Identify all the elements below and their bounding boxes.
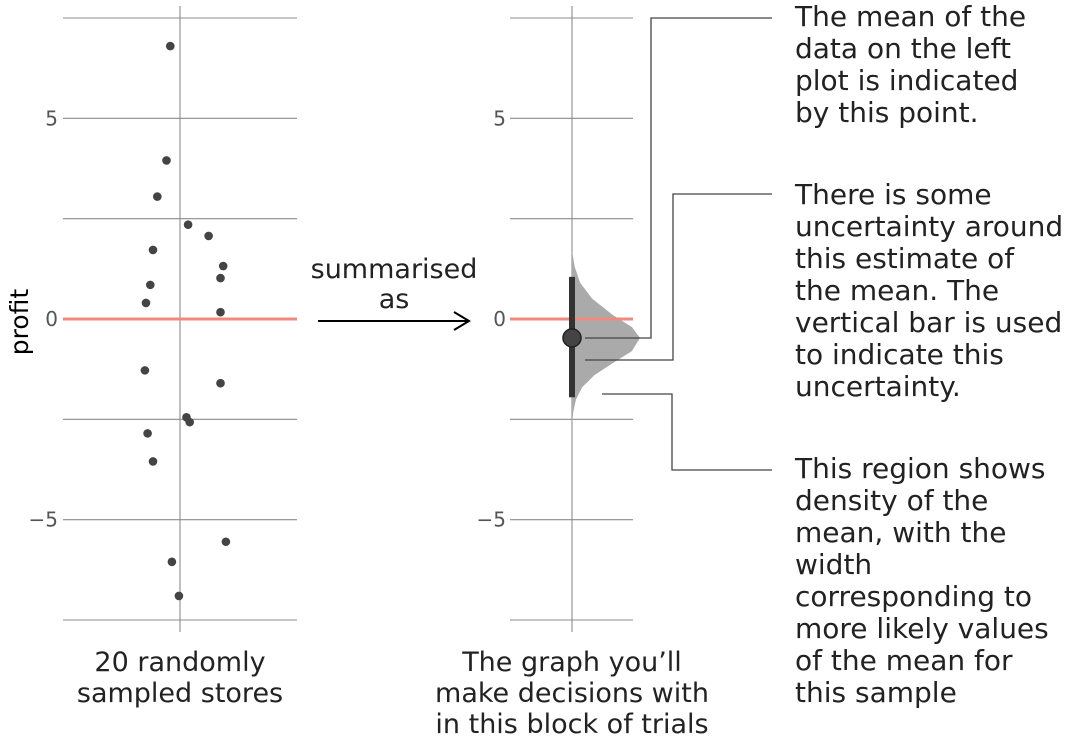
left-scatter-panel: 5 0 −5 profit 20 randomly sampled stores bbox=[5, 6, 297, 709]
left-caption-line-1: 20 randomly bbox=[94, 647, 265, 678]
data-point bbox=[148, 457, 158, 466]
left-y-tick-label: 0 bbox=[45, 307, 58, 331]
data-point bbox=[165, 41, 175, 51]
y-axis-title: profit bbox=[5, 289, 34, 356]
annotation-2-line: uncertainty. bbox=[795, 370, 961, 403]
left-caption-line-2: sampled stores bbox=[77, 678, 283, 709]
leader-line-mean bbox=[585, 17, 772, 339]
data-point bbox=[162, 156, 171, 165]
data-point bbox=[185, 417, 195, 427]
annotation-2-line: There is some bbox=[794, 178, 992, 211]
left-y-tick-label: −5 bbox=[29, 508, 58, 532]
annotations: The mean of thedata on the leftplot is i… bbox=[794, 0, 1063, 709]
middle-label-line-1: summarised bbox=[311, 254, 478, 285]
annotation-3-line: width bbox=[795, 548, 872, 581]
annotation-3-line: of the mean for bbox=[795, 644, 1013, 677]
right-y-tick-label: 5 bbox=[493, 106, 506, 130]
annotation-2-line: vertical bar is used bbox=[795, 306, 1062, 339]
data-point bbox=[153, 192, 162, 201]
annotation-3-line: mean, with the bbox=[795, 516, 1006, 549]
annotation-2-line: the mean. The bbox=[795, 274, 999, 307]
data-point bbox=[174, 591, 184, 601]
annotation-1-line: data on the left bbox=[795, 32, 1011, 65]
annotation-1-line: plot is indicated bbox=[795, 64, 1018, 97]
left-y-tick-label: 5 bbox=[45, 106, 58, 130]
right-y-tick-label: −5 bbox=[477, 508, 506, 532]
data-point bbox=[216, 378, 225, 388]
left-data-points bbox=[140, 41, 231, 601]
right-caption-line-1: The graph you’ll bbox=[461, 647, 682, 678]
annotation-3-line: more likely values bbox=[795, 612, 1049, 645]
right-y-ticks: 5 0 −5 bbox=[477, 106, 506, 531]
annotation-3-line: corresponding to bbox=[795, 580, 1032, 613]
right-caption-line-2: make decisions with bbox=[435, 678, 709, 709]
annotation-2-line: uncertainty around bbox=[795, 210, 1063, 243]
data-point bbox=[183, 220, 193, 229]
data-point bbox=[140, 366, 150, 375]
annotation-3-line: This region shows bbox=[794, 452, 1046, 485]
right-caption-line-3: in this block of trials bbox=[435, 709, 708, 740]
right-y-tick-label: 0 bbox=[493, 307, 506, 331]
summarised-as-label: summarised as bbox=[311, 254, 478, 331]
data-point bbox=[146, 280, 155, 290]
leader-line-density bbox=[602, 393, 772, 471]
data-point bbox=[216, 273, 225, 283]
annotation-2-line: to indicate this bbox=[795, 338, 1004, 371]
data-point bbox=[204, 231, 213, 241]
annotation-leader-lines bbox=[585, 17, 772, 471]
data-point bbox=[167, 557, 177, 567]
data-point bbox=[216, 307, 225, 317]
data-point bbox=[218, 261, 228, 271]
annotation-1-line: by this point. bbox=[795, 96, 979, 129]
data-point bbox=[141, 298, 151, 308]
data-point bbox=[143, 429, 152, 438]
annotation-3-line: density of the bbox=[795, 484, 988, 517]
data-point bbox=[221, 537, 231, 547]
chart-figure: 5 0 −5 profit 20 randomly sampled stores s… bbox=[5, 0, 1063, 740]
annotation-1-line: The mean of the bbox=[794, 0, 1026, 33]
mean-point bbox=[562, 328, 582, 348]
middle-label-line-2: as bbox=[379, 284, 410, 315]
annotation-2-line: this estimate of bbox=[795, 242, 1015, 275]
annotation-3-line: this sample bbox=[795, 676, 957, 709]
density-region bbox=[572, 250, 640, 424]
right-interval-panel: 5 0 −5 The graph you’ll make decisions wit… bbox=[435, 6, 709, 740]
data-point bbox=[148, 245, 158, 255]
